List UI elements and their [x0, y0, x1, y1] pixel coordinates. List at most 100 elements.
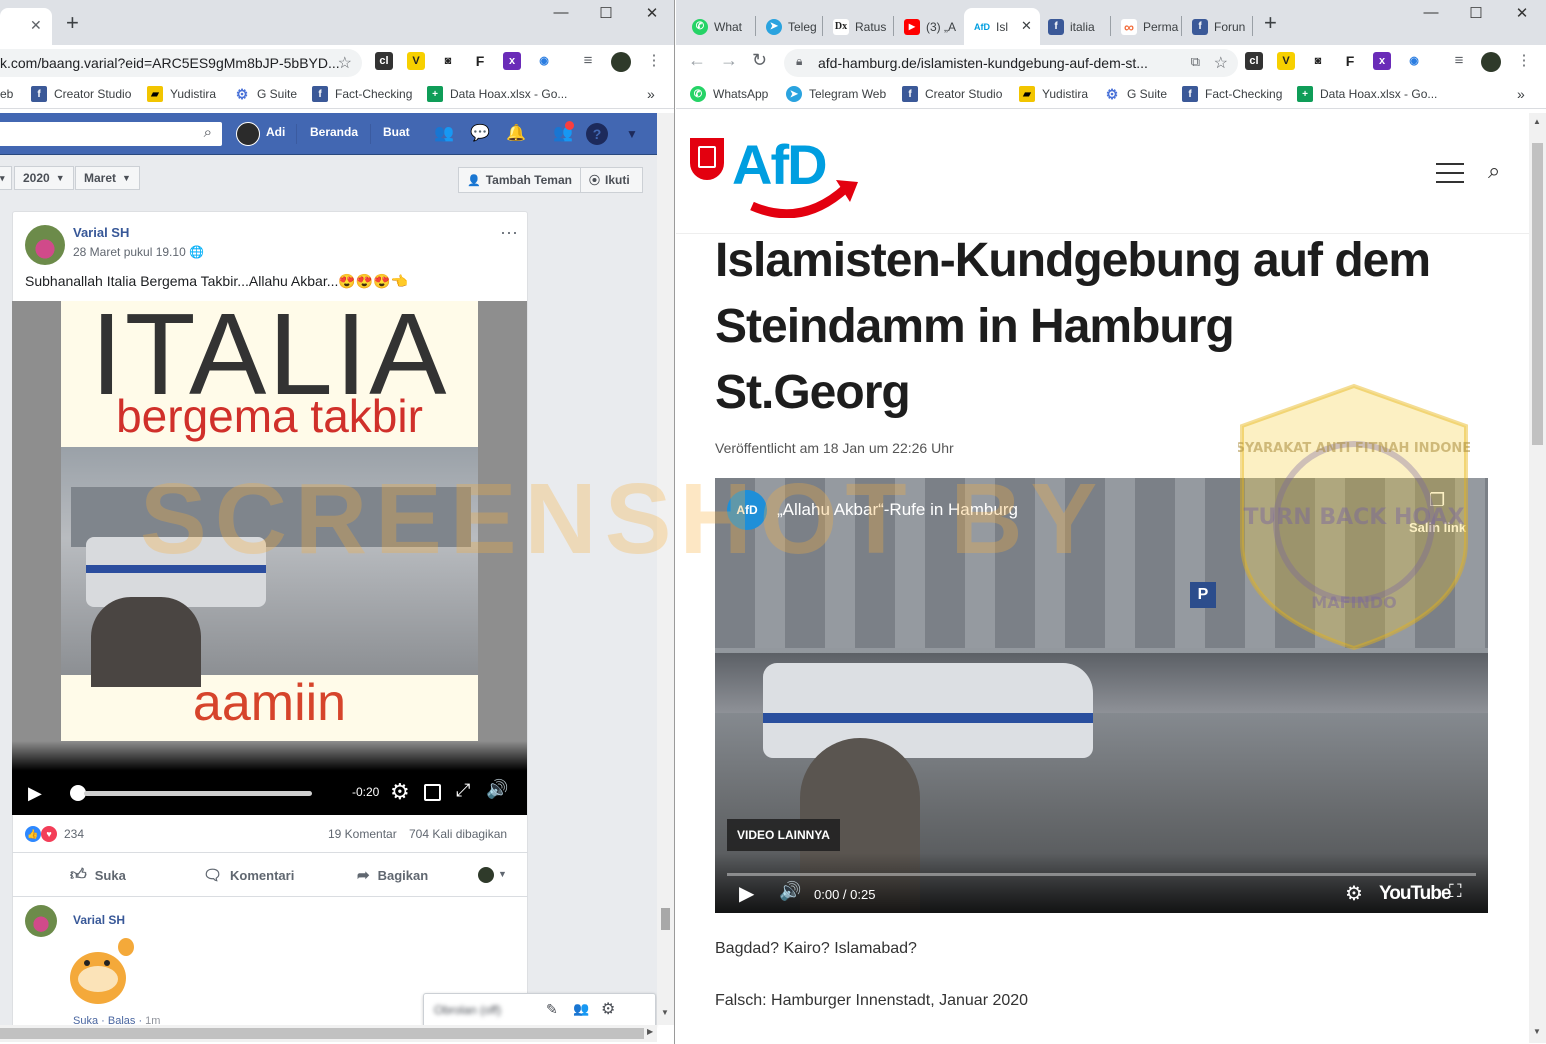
- copy-link-icon[interactable]: ❐: [1429, 490, 1445, 511]
- tab-forum[interactable]: f Forun: [1182, 8, 1252, 45]
- add-friend-button[interactable]: 👤 Tambah Teman: [458, 167, 581, 193]
- bookmark-web[interactable]: eb: [0, 85, 13, 103]
- video-seek-bar[interactable]: [84, 791, 312, 796]
- play-icon[interactable]: ▶: [28, 783, 42, 804]
- tab-italia[interactable]: f italia: [1038, 8, 1110, 45]
- extension-x-icon[interactable]: x: [1373, 52, 1391, 70]
- comment-button[interactable]: 🗨 Komentari: [203, 866, 294, 884]
- tab-youtube[interactable]: ▶ (3) „A: [894, 8, 964, 45]
- close-window-icon[interactable]: ✕: [1507, 4, 1537, 22]
- extension-f-icon[interactable]: F: [1341, 52, 1359, 70]
- chat-settings-icon[interactable]: ⚙: [601, 999, 615, 1019]
- month-dropdown[interactable]: Maret ▼: [75, 166, 140, 190]
- tab-afd-active[interactable]: AfD Isl ✕: [964, 8, 1040, 45]
- extension-x-icon[interactable]: x: [503, 52, 521, 70]
- nav-create[interactable]: Buat: [383, 125, 410, 139]
- user-avatar[interactable]: [236, 122, 260, 146]
- reload-icon[interactable]: ↻: [752, 50, 767, 71]
- extension-eye-icon[interactable]: ◉: [1405, 52, 1423, 70]
- translate-icon[interactable]: ⧉: [1191, 54, 1200, 70]
- bookmark-yudistira[interactable]: ▰ Yudistira: [147, 85, 216, 103]
- messenger-icon[interactable]: 💬: [469, 123, 491, 145]
- star-icon[interactable]: ☆: [338, 53, 352, 73]
- hamburger-menu-icon[interactable]: [1436, 163, 1464, 183]
- comment-author[interactable]: Varial SH: [73, 913, 125, 927]
- filter-dropdown[interactable]: ▾: [0, 166, 12, 190]
- post-as-avatar[interactable]: [478, 867, 494, 883]
- volume-icon[interactable]: 🔊: [486, 779, 508, 800]
- close-tab-icon[interactable]: ✕: [1021, 18, 1032, 34]
- new-message-icon[interactable]: ✎: [546, 1001, 558, 1018]
- like-button[interactable]: 👍︎ Suka: [70, 866, 126, 885]
- forward-icon[interactable]: →: [720, 50, 738, 71]
- author-avatar[interactable]: [25, 225, 65, 265]
- shares-count[interactable]: 704 Kali dibagikan: [409, 827, 507, 841]
- bookmark-fact-checking[interactable]: f Fact-Checking: [312, 85, 412, 103]
- commenter-avatar[interactable]: [25, 905, 57, 937]
- extension-mask-icon[interactable]: ◙: [1309, 52, 1327, 70]
- extension-cl-icon[interactable]: cl: [1245, 52, 1263, 70]
- year-dropdown[interactable]: 2020 ▼: [14, 166, 74, 190]
- tab-perma[interactable]: ∞ Perma: [1111, 8, 1181, 45]
- left-hscroll-thumb[interactable]: [0, 1028, 644, 1039]
- back-icon[interactable]: ←: [688, 50, 706, 71]
- group-chat-icon[interactable]: 👥: [573, 1001, 589, 1017]
- settings-icon[interactable]: ⚙: [1345, 881, 1363, 906]
- settings-icon[interactable]: ⚙: [390, 779, 410, 805]
- lock-icon[interactable]: 🔒︎: [796, 54, 802, 69]
- help-icon[interactable]: ?: [586, 123, 608, 145]
- post-time[interactable]: 28 Maret pukul 19.10 🌐: [73, 245, 204, 259]
- menu-dots-icon[interactable]: ⋮: [643, 50, 665, 72]
- maximize-icon[interactable]: ☐: [1461, 4, 1491, 22]
- more-bookmarks-icon[interactable]: »: [1517, 85, 1525, 103]
- extension-v-icon[interactable]: V: [1277, 52, 1295, 70]
- maximize-icon[interactable]: ☐: [591, 4, 621, 22]
- close-window-icon[interactable]: ✕: [637, 4, 667, 22]
- minimize-icon[interactable]: —: [1416, 4, 1446, 21]
- extension-f-icon[interactable]: F: [471, 52, 489, 70]
- youtube-video-title[interactable]: „Allahu Akbar“-Rufe in Hamburg: [777, 500, 1018, 520]
- address-bar[interactable]: k.com/baang.varial?eid=ARC5ES9gMm8bJP-5b…: [0, 49, 362, 77]
- post-as-chevron-icon[interactable]: ▼: [498, 869, 507, 879]
- profile-avatar-icon[interactable]: [1481, 52, 1501, 72]
- new-tab-button[interactable]: +: [1264, 12, 1277, 34]
- channel-logo[interactable]: AfD: [727, 490, 767, 530]
- post-author[interactable]: Varial SH: [73, 225, 129, 240]
- youtube-logo[interactable]: YouTube: [1379, 883, 1451, 905]
- follow-button[interactable]: ⦿ Ikuti: [580, 167, 643, 193]
- profile-avatar-icon[interactable]: [611, 52, 631, 72]
- fullscreen-icon[interactable]: ⤢: [456, 780, 470, 801]
- right-vertical-scrollbar[interactable]: ▲ ▼: [1529, 113, 1546, 1043]
- bookmark-g-suite[interactable]: ⚙ G Suite: [1104, 85, 1167, 103]
- media-control-icon[interactable]: ≡: [577, 50, 599, 72]
- close-tab-icon[interactable]: ✕: [30, 17, 42, 34]
- right-scroll-thumb[interactable]: [1532, 143, 1543, 445]
- minimize-icon[interactable]: —: [546, 4, 576, 21]
- left-active-tab[interactable]: ✕: [0, 8, 52, 45]
- left-vertical-scrollbar[interactable]: ▼: [657, 113, 674, 1025]
- chat-sidebar-bar[interactable]: Obrolan (off) ✎ 👥 ⚙: [423, 993, 656, 1026]
- bookmark-yudistira[interactable]: ▰ Yudistira: [1019, 85, 1088, 103]
- comments-count[interactable]: 19 Komentar: [328, 827, 397, 841]
- facebook-search-input[interactable]: ⌕: [0, 122, 222, 146]
- post-video[interactable]: ITALIA bergema takbir aamiin ▶ -0:20 ⚙ ⤢…: [12, 301, 527, 815]
- bookmark-creator-studio[interactable]: f Creator Studio: [902, 85, 1002, 103]
- bookmark-creator-studio[interactable]: f Creator Studio: [31, 85, 131, 103]
- nav-home[interactable]: Beranda: [310, 125, 358, 139]
- tab-ratus[interactable]: Dx Ratus: [823, 8, 889, 45]
- bookmark-data-hoax[interactable]: + Data Hoax.xlsx - Go...: [427, 85, 567, 103]
- new-tab-button[interactable]: +: [66, 12, 79, 34]
- friends-icon[interactable]: 👥: [433, 123, 455, 145]
- extension-eye-icon[interactable]: ◉: [535, 52, 553, 70]
- tab-telegram[interactable]: ➤ Teleg: [756, 8, 818, 45]
- extension-mask-icon[interactable]: ◙: [439, 52, 457, 70]
- bookmark-data-hoax[interactable]: + Data Hoax.xlsx - Go...: [1297, 85, 1437, 103]
- nav-user-name[interactable]: Adi: [266, 125, 285, 139]
- search-icon[interactable]: ⌕: [204, 124, 212, 141]
- left-horizontal-scrollbar[interactable]: ▶: [0, 1025, 657, 1042]
- bookmark-fact-checking[interactable]: f Fact-Checking: [1182, 85, 1282, 103]
- copy-link-label[interactable]: Salin link: [1409, 520, 1466, 535]
- bookmark-whatsapp[interactable]: ✆ WhatsApp: [690, 85, 768, 103]
- media-control-icon[interactable]: ≡: [1448, 50, 1470, 72]
- extension-v-icon[interactable]: V: [407, 52, 425, 70]
